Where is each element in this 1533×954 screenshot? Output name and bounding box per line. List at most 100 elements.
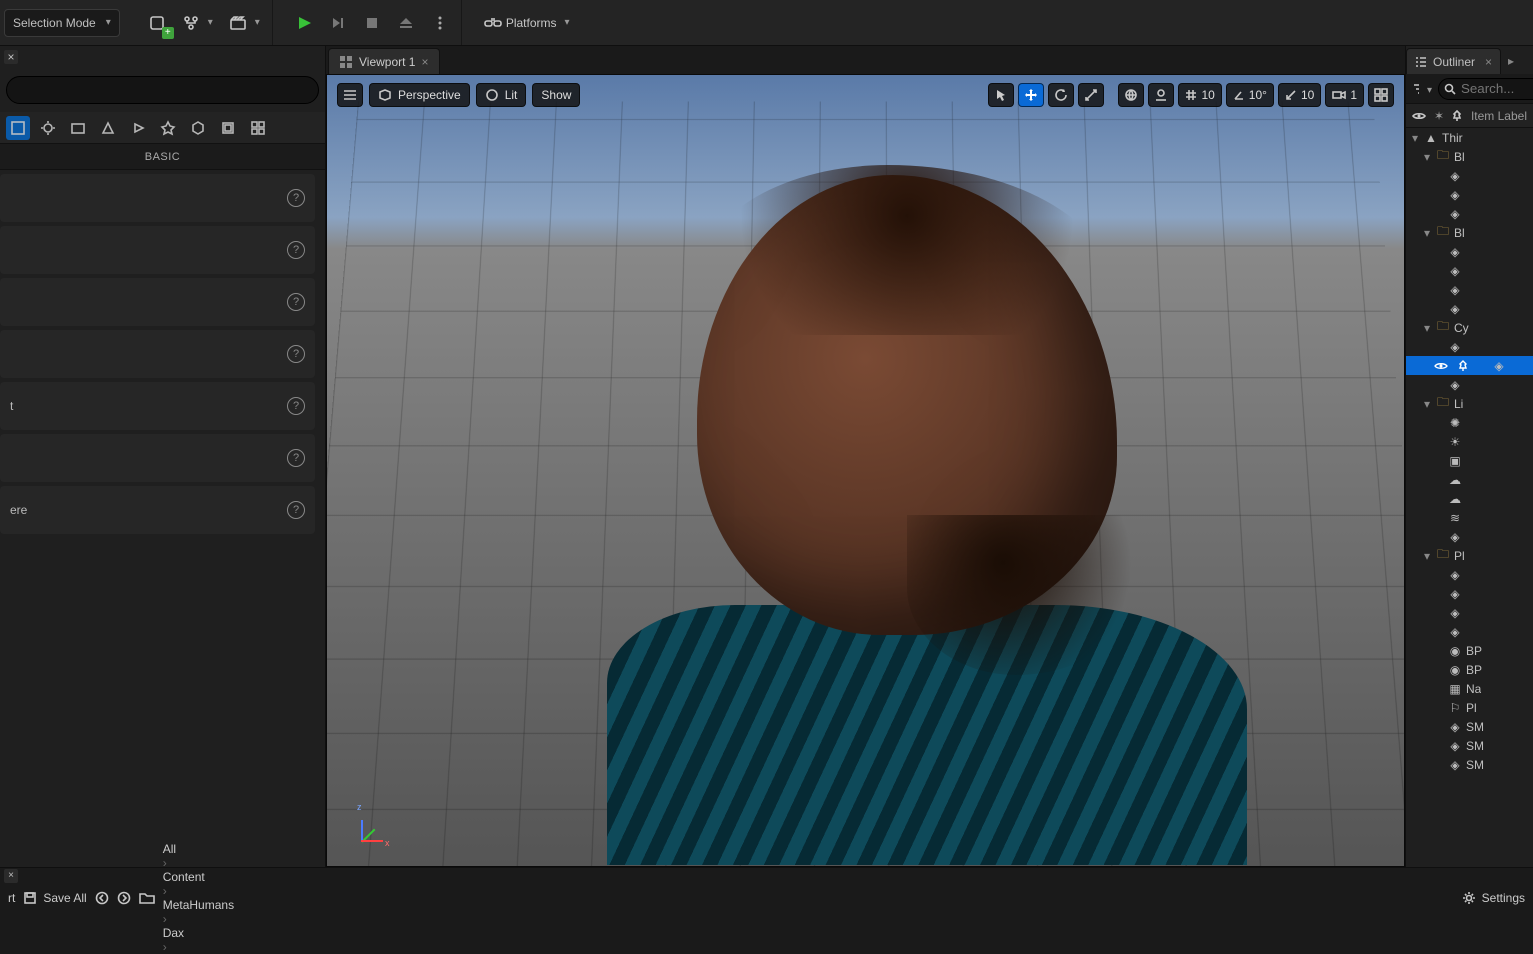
category-shapes-button[interactable] xyxy=(96,116,120,140)
outliner-actor-row[interactable]: ✺ xyxy=(1406,413,1533,432)
outliner-actor-row[interactable]: ◈ xyxy=(1406,166,1533,185)
outliner-actor-row[interactable]: ◉BP xyxy=(1406,660,1533,679)
coordinate-space-button[interactable] xyxy=(1118,83,1144,107)
outliner-actor-row[interactable]: ◈ xyxy=(1406,356,1533,375)
content-settings-button[interactable]: Settings xyxy=(1462,891,1525,905)
history-back-button[interactable] xyxy=(95,891,109,905)
show-dropdown[interactable]: Show xyxy=(532,83,580,107)
breadcrumb-item[interactable]: MetaHumans xyxy=(163,898,234,912)
outliner-actor-row[interactable]: ▦Na xyxy=(1406,679,1533,698)
outliner-folder-row[interactable]: ▾🗀Cy xyxy=(1406,318,1533,337)
scale-tool-button[interactable] xyxy=(1078,83,1104,107)
outliner-actor-row[interactable]: ◉BP xyxy=(1406,641,1533,660)
translate-tool-button[interactable] xyxy=(1018,83,1044,107)
category-cinematic-button[interactable] xyxy=(66,116,90,140)
viewport[interactable]: x z Perspective Lit Show xyxy=(326,74,1405,867)
outliner-actor-row[interactable]: ◈ xyxy=(1406,337,1533,356)
scale-snap-toggle[interactable]: 10 xyxy=(1278,83,1321,107)
expand-toggle[interactable]: ▾ xyxy=(1422,150,1432,164)
stop-button[interactable] xyxy=(357,9,387,37)
outliner-actor-row[interactable]: ◈ xyxy=(1406,242,1533,261)
outliner-actor-row[interactable]: ◈ xyxy=(1406,603,1533,622)
outliner-actor-row[interactable]: ◈ xyxy=(1406,375,1533,394)
viewport-tab-close-button[interactable]: × xyxy=(421,55,428,69)
visibility-icon[interactable] xyxy=(1434,361,1448,371)
viewport-tab[interactable]: Viewport 1 × xyxy=(328,48,440,74)
outliner-actor-row[interactable]: ◈ xyxy=(1406,261,1533,280)
outliner-tab[interactable]: Outliner × xyxy=(1406,48,1501,74)
outliner-tree[interactable]: ▾▲Thir▾🗀Bl◈◈◈▾🗀Bl◈◈◈◈▾🗀Cy◈◈◈▾🗀Li✺☀▣☁☁≋◈▾… xyxy=(1406,128,1533,867)
outliner-actor-row[interactable]: ☁ xyxy=(1406,470,1533,489)
outliner-actor-row[interactable]: ◈SM xyxy=(1406,755,1533,774)
outliner-actor-row[interactable]: ⚐Pl xyxy=(1406,698,1533,717)
category-volumes-button[interactable] xyxy=(216,116,240,140)
new-tab-button[interactable]: ▸ xyxy=(1501,48,1521,74)
expand-toggle[interactable]: ▾ xyxy=(1422,226,1432,240)
cinematics-dropdown[interactable] xyxy=(223,9,266,37)
category-media-button[interactable] xyxy=(126,116,150,140)
category-all-button[interactable] xyxy=(246,116,270,140)
viewport-options-button[interactable] xyxy=(337,83,363,107)
editor-mode-dropdown[interactable]: Selection Mode xyxy=(4,9,120,37)
help-icon[interactable]: ? xyxy=(287,501,305,519)
outliner-actor-row[interactable]: ◈ xyxy=(1406,185,1533,204)
outliner-filter-button[interactable] xyxy=(1412,75,1432,103)
outliner-actor-row[interactable]: ▣ xyxy=(1406,451,1533,470)
category-basic-button[interactable] xyxy=(6,116,30,140)
place-actor-item[interactable]: ? xyxy=(0,434,315,482)
help-icon[interactable]: ? xyxy=(287,293,305,311)
outliner-actor-row[interactable]: ◈ xyxy=(1406,622,1533,641)
category-lights-button[interactable] xyxy=(36,116,60,140)
outliner-actor-row[interactable]: ◈SM xyxy=(1406,717,1533,736)
place-actors-search-input[interactable] xyxy=(6,76,319,104)
outliner-actor-row[interactable]: ◈ xyxy=(1406,299,1533,318)
place-actor-item[interactable]: ere? xyxy=(0,486,315,534)
place-actor-item[interactable]: ? xyxy=(0,226,315,274)
blueprint-dropdown[interactable] xyxy=(176,9,219,37)
eject-button[interactable] xyxy=(391,9,421,37)
pin-icon[interactable] xyxy=(1458,360,1468,372)
outliner-actor-row[interactable]: ◈ xyxy=(1406,280,1533,299)
outliner-actor-row[interactable]: ☁ xyxy=(1406,489,1533,508)
save-all-button[interactable]: Save All xyxy=(23,891,86,905)
outliner-actor-row[interactable]: ◈ xyxy=(1406,527,1533,546)
viewmode-dropdown[interactable]: Lit xyxy=(476,83,527,107)
angle-snap-toggle[interactable]: 10° xyxy=(1226,83,1274,107)
add-content-button[interactable] xyxy=(142,9,172,37)
place-actor-item[interactable]: ? xyxy=(0,278,315,326)
help-icon[interactable]: ? xyxy=(287,449,305,467)
play-skip-button[interactable] xyxy=(323,9,353,37)
help-icon[interactable]: ? xyxy=(287,189,305,207)
expand-toggle[interactable]: ▾ xyxy=(1410,131,1420,145)
outliner-tab-close-button[interactable]: × xyxy=(1485,55,1492,69)
outliner-actor-row[interactable]: ◈ xyxy=(1406,565,1533,584)
outliner-actor-row[interactable]: ◈ xyxy=(1406,584,1533,603)
pin-icon[interactable] xyxy=(1452,110,1462,122)
outliner-actor-row[interactable]: ≋ xyxy=(1406,508,1533,527)
play-button[interactable] xyxy=(289,9,319,37)
outliner-folder-row[interactable]: ▾🗀Bl xyxy=(1406,147,1533,166)
close-left-panel-button[interactable]: × xyxy=(4,50,18,64)
category-visual-effects-button[interactable] xyxy=(156,116,180,140)
breadcrumb-item[interactable]: Content xyxy=(163,870,234,884)
perspective-dropdown[interactable]: Perspective xyxy=(369,83,470,107)
outliner-folder-row[interactable]: ▾🗀Pl xyxy=(1406,546,1533,565)
rotate-tool-button[interactable] xyxy=(1048,83,1074,107)
category-geometry-button[interactable] xyxy=(186,116,210,140)
outliner-actor-row[interactable]: ▾▲Thir xyxy=(1406,128,1533,147)
outliner-folder-row[interactable]: ▾🗀Bl xyxy=(1406,223,1533,242)
help-icon[interactable]: ? xyxy=(287,345,305,363)
grid-snap-toggle[interactable]: 10 xyxy=(1178,83,1221,107)
expand-toggle[interactable]: ▾ xyxy=(1422,397,1432,411)
place-actor-item[interactable]: ? xyxy=(0,330,315,378)
expand-toggle[interactable]: ▾ xyxy=(1422,549,1432,563)
viewport-layout-button[interactable] xyxy=(1368,83,1394,107)
outliner-folder-row[interactable]: ▾🗀Li xyxy=(1406,394,1533,413)
history-forward-button[interactable] xyxy=(117,891,131,905)
breadcrumb-item[interactable]: Dax xyxy=(163,926,234,940)
visibility-icon[interactable] xyxy=(1412,111,1426,121)
expand-toggle[interactable]: ▾ xyxy=(1422,321,1432,335)
close-content-browser-button[interactable]: × xyxy=(4,869,18,883)
help-icon[interactable]: ? xyxy=(287,397,305,415)
select-tool-button[interactable] xyxy=(988,83,1014,107)
